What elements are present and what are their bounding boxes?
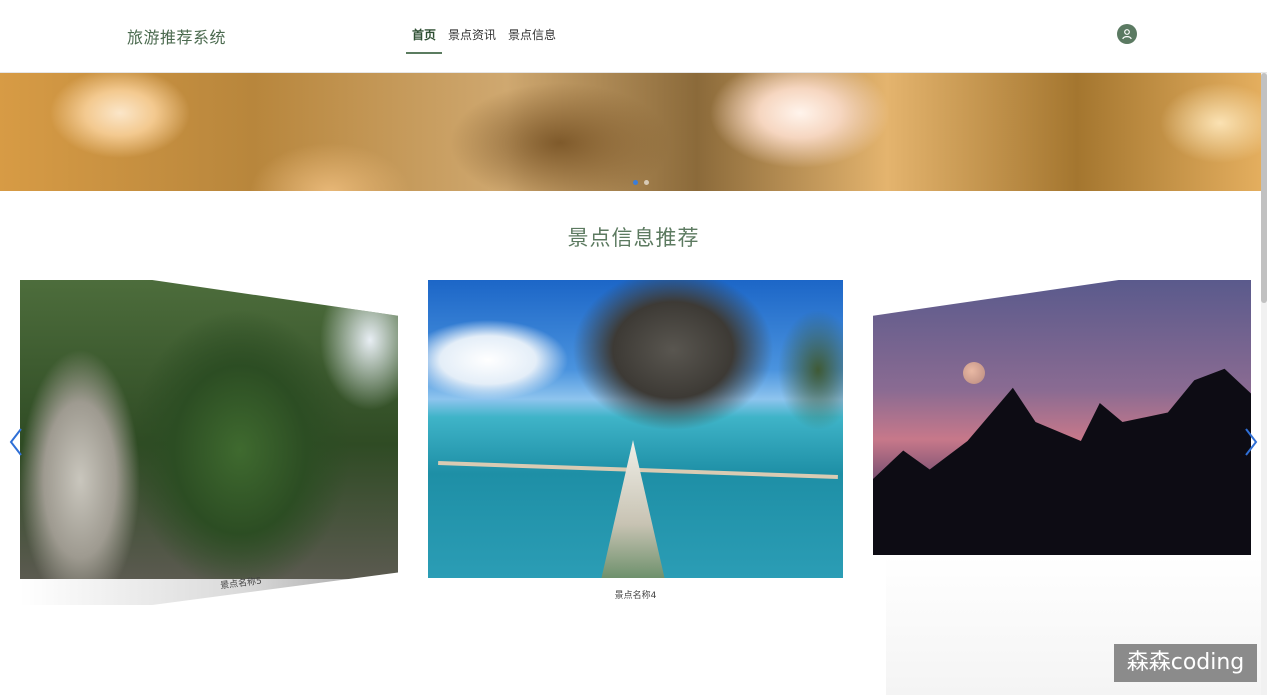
hero-banner: [0, 73, 1267, 191]
carousel-card-center[interactable]: [428, 280, 843, 578]
banner-dot-1[interactable]: [633, 180, 638, 185]
brand-title[interactable]: 旅游推荐系统: [127, 24, 226, 48]
carousel-card-left[interactable]: 景点名称5: [20, 280, 398, 605]
banner-dot-2[interactable]: [644, 180, 649, 185]
scrollbar-thumb[interactable]: [1261, 73, 1267, 303]
banner-pagination: [633, 180, 649, 185]
attraction-image-5: [20, 280, 398, 579]
main-nav: 首页 景点资讯 景点信息: [406, 0, 562, 72]
carousel-card-right[interactable]: [873, 280, 1251, 555]
nav-item-attractions[interactable]: 景点信息: [502, 0, 562, 72]
top-header: 旅游推荐系统 首页 景点资讯 景点信息: [0, 0, 1267, 73]
user-avatar[interactable]: [1117, 24, 1137, 44]
carousel-prev-button[interactable]: [8, 425, 24, 459]
mountain-silhouette: [873, 368, 1251, 555]
page-scrollbar[interactable]: [1261, 73, 1267, 695]
moon-image: [963, 362, 985, 384]
watermark: 森森coding: [1114, 644, 1257, 682]
section-title: 景点信息推荐: [567, 226, 700, 250]
boat-image: [601, 440, 665, 578]
carousel-next-button[interactable]: [1243, 425, 1259, 459]
user-icon: [1122, 29, 1132, 40]
nav-item-home[interactable]: 首页: [406, 0, 443, 72]
nav-item-news[interactable]: 景点资讯: [442, 0, 502, 72]
chevron-right-icon: [1245, 428, 1258, 456]
chevron-left-icon: [9, 428, 22, 456]
carousel-caption-center: 景点名称4: [614, 591, 657, 601]
caption-bar: [20, 579, 398, 605]
